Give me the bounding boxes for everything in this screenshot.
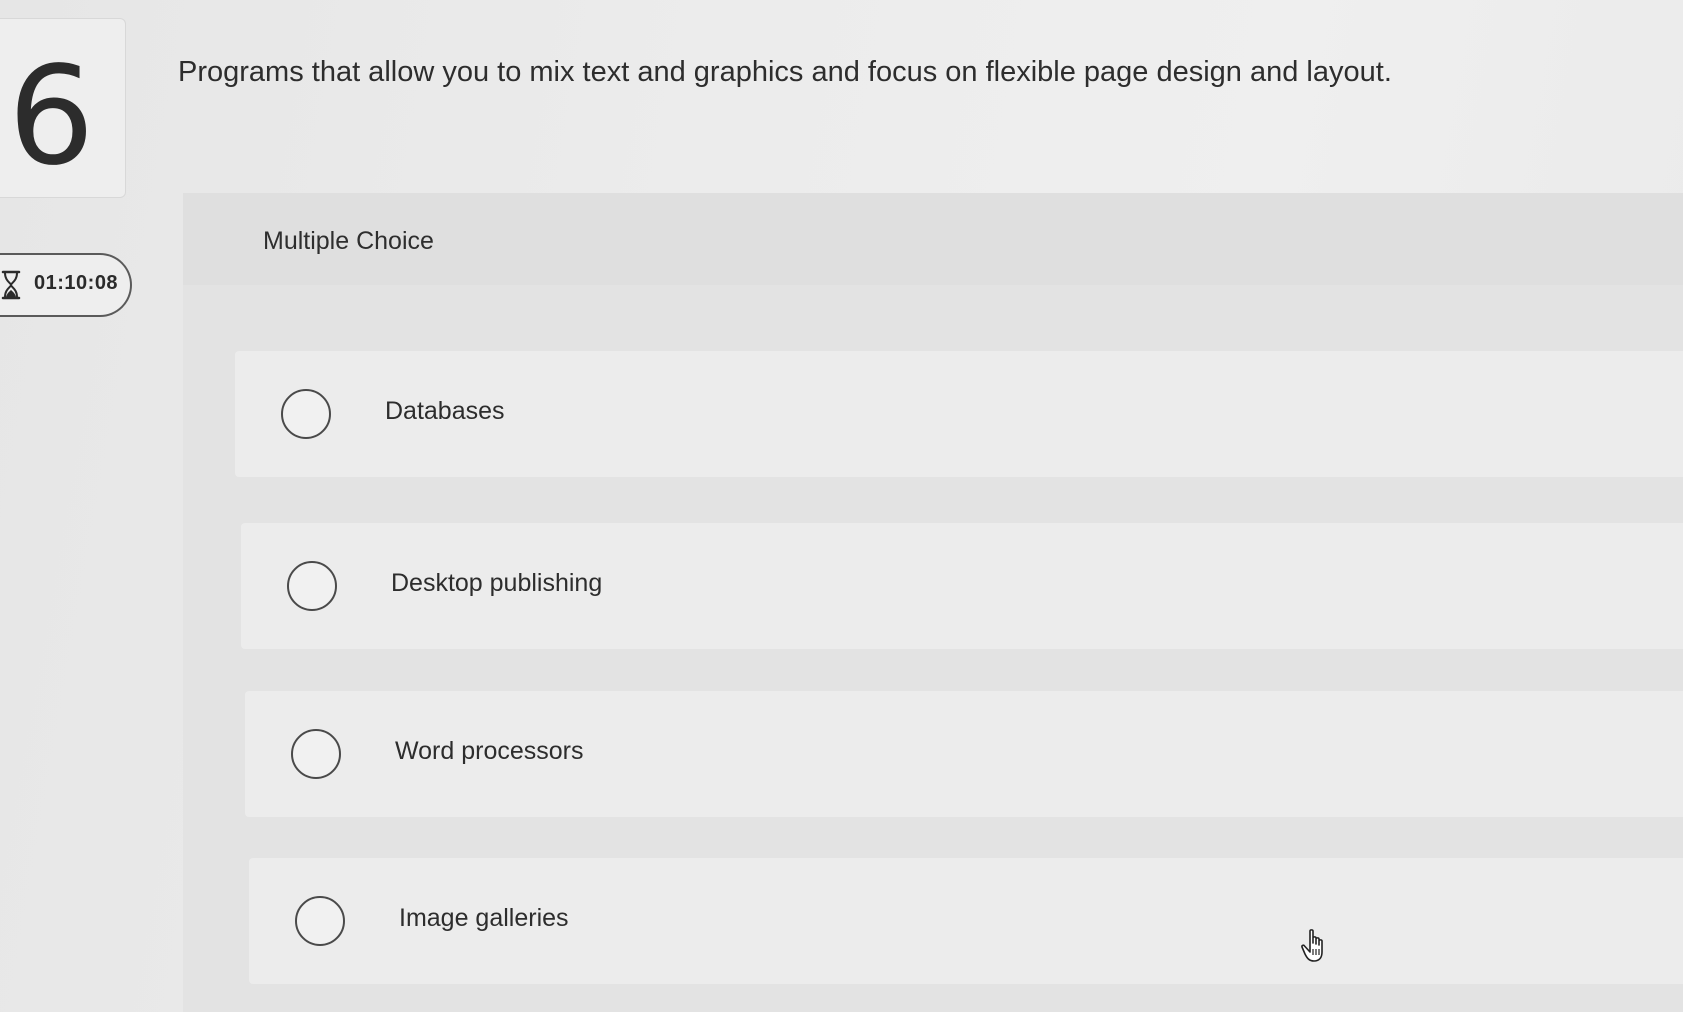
timer-badge: 01:10:08 xyxy=(0,253,132,317)
option-label: Databases xyxy=(385,397,505,425)
quiz-page: 6 Programs that allow you to mix text an… xyxy=(0,0,1683,1012)
answer-option[interactable]: Word processors xyxy=(245,691,1683,817)
radio-button[interactable] xyxy=(287,561,337,611)
question-number: 6 xyxy=(8,38,95,196)
answer-option[interactable]: Databases xyxy=(235,351,1683,477)
answer-option[interactable]: Image galleries xyxy=(249,858,1683,984)
option-label: Word processors xyxy=(395,737,584,765)
radio-button[interactable] xyxy=(295,896,345,946)
question-prompt: Programs that allow you to mix text and … xyxy=(178,56,1392,88)
question-type-label: Multiple Choice xyxy=(263,227,434,255)
question-number-box: 6 xyxy=(0,18,126,198)
option-label: Desktop publishing xyxy=(391,569,603,597)
radio-button[interactable] xyxy=(291,729,341,779)
hourglass-icon xyxy=(1,270,21,300)
option-label: Image galleries xyxy=(399,904,569,932)
answer-option[interactable]: Desktop publishing xyxy=(241,523,1683,649)
timer-value: 01:10:08 xyxy=(34,272,119,294)
answer-panel: Multiple Choice Databases Desktop publis… xyxy=(183,193,1683,1012)
question-type-header: Multiple Choice xyxy=(183,193,1683,285)
radio-button[interactable] xyxy=(281,389,331,439)
hand-pointer-icon xyxy=(1301,929,1323,962)
